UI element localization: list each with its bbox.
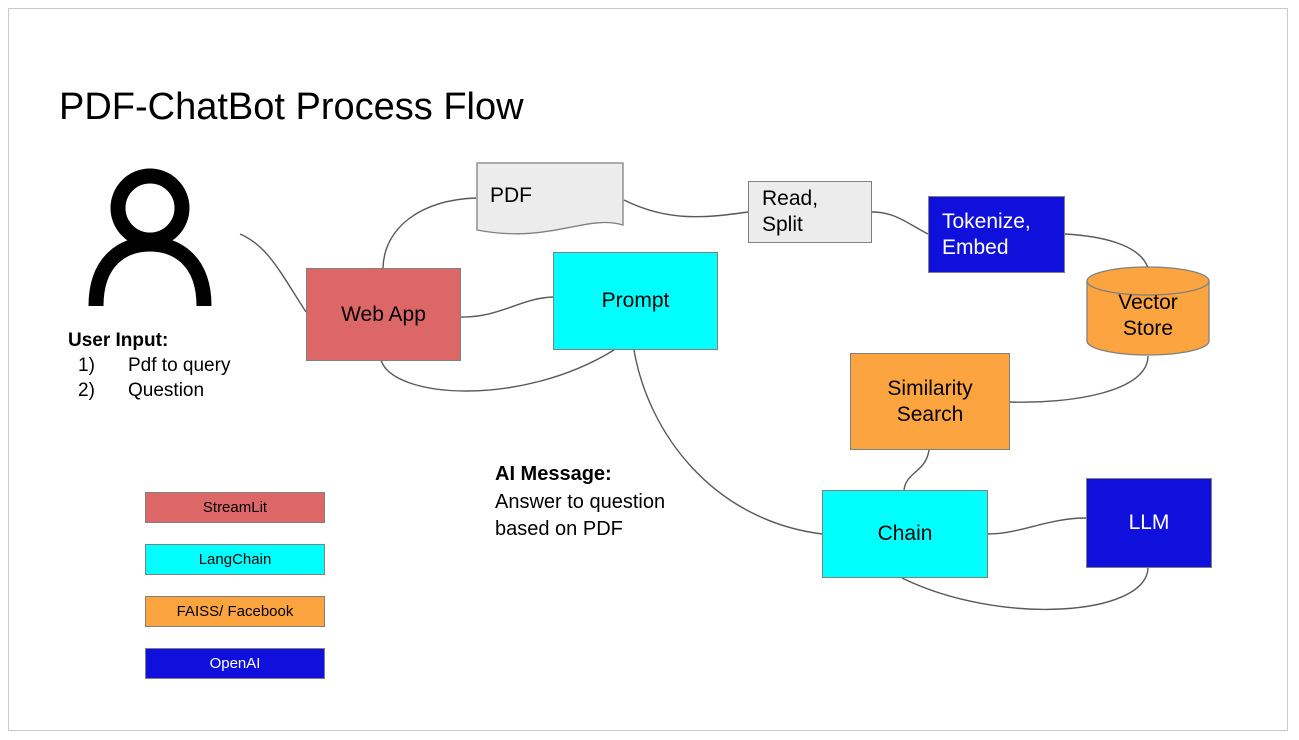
ai-message-line-2: based on PDF	[495, 518, 623, 541]
node-vector-store[interactable]: Vector Store	[1086, 266, 1210, 356]
node-web-app[interactable]: Web App	[306, 268, 461, 361]
user-input-heading: User Input:	[68, 330, 169, 351]
node-chain-label: Chain	[877, 522, 933, 546]
user-input-block: User Input: 1) Pdf to query 2) Question	[68, 330, 230, 402]
node-similarity-search[interactable]: Similarity Search	[850, 353, 1010, 450]
user-input-item-2: 2) Question	[68, 380, 230, 402]
user-input-item-1-label: Pdf to query	[128, 355, 231, 376]
node-tokenize-embed[interactable]: Tokenize, Embed	[928, 196, 1065, 273]
node-llm[interactable]: LLM	[1086, 478, 1212, 568]
user-input-item-2-label: Question	[128, 380, 205, 401]
node-pdf[interactable]: PDF	[476, 162, 624, 238]
ai-message-line-1: Answer to question	[495, 490, 666, 513]
legend-item-faiss[interactable]: FAISS/ Facebook	[145, 596, 325, 627]
user-input-item-2-number: 2)	[78, 380, 95, 401]
legend-item-openai[interactable]: OpenAI	[145, 648, 325, 679]
ai-message-heading: AI Message:	[495, 463, 612, 485]
legend: StreamLit LangChain FAISS/ Facebook Open…	[145, 492, 325, 700]
node-read-split[interactable]: Read, Split	[748, 181, 872, 243]
user-input-item-1: 1) Pdf to query	[68, 355, 230, 377]
node-web-app-label: Web App	[341, 302, 426, 326]
node-prompt[interactable]: Prompt	[553, 252, 718, 350]
legend-item-streamlit[interactable]: StreamLit	[145, 492, 325, 523]
node-vector-store-label: Vector Store	[1118, 291, 1178, 340]
node-read-split-label: Read, Split	[762, 187, 819, 236]
legend-item-langchain-label: LangChain	[198, 551, 272, 568]
node-pdf-label: PDF	[490, 184, 532, 207]
legend-item-langchain[interactable]: LangChain	[145, 544, 325, 575]
diagram-canvas: PDF-ChatBot Process Flow User Input: 1) …	[0, 0, 1299, 740]
person-icon	[88, 168, 212, 307]
ai-message-block: AI Message: Answer to question based on …	[495, 461, 665, 544]
legend-item-openai-label: OpenAI	[209, 655, 261, 672]
node-tokenize-embed-label: Tokenize, Embed	[942, 209, 1031, 259]
node-prompt-label: Prompt	[601, 289, 670, 313]
node-llm-label: LLM	[1128, 511, 1170, 535]
user-input-item-1-number: 1)	[78, 355, 95, 376]
node-chain[interactable]: Chain	[822, 490, 988, 578]
legend-item-faiss-label: FAISS/ Facebook	[176, 603, 294, 620]
legend-item-streamlit-label: StreamLit	[202, 499, 268, 516]
page-title: PDF-ChatBot Process Flow	[59, 86, 524, 128]
node-similarity-search-label: Similarity Search	[887, 376, 973, 426]
